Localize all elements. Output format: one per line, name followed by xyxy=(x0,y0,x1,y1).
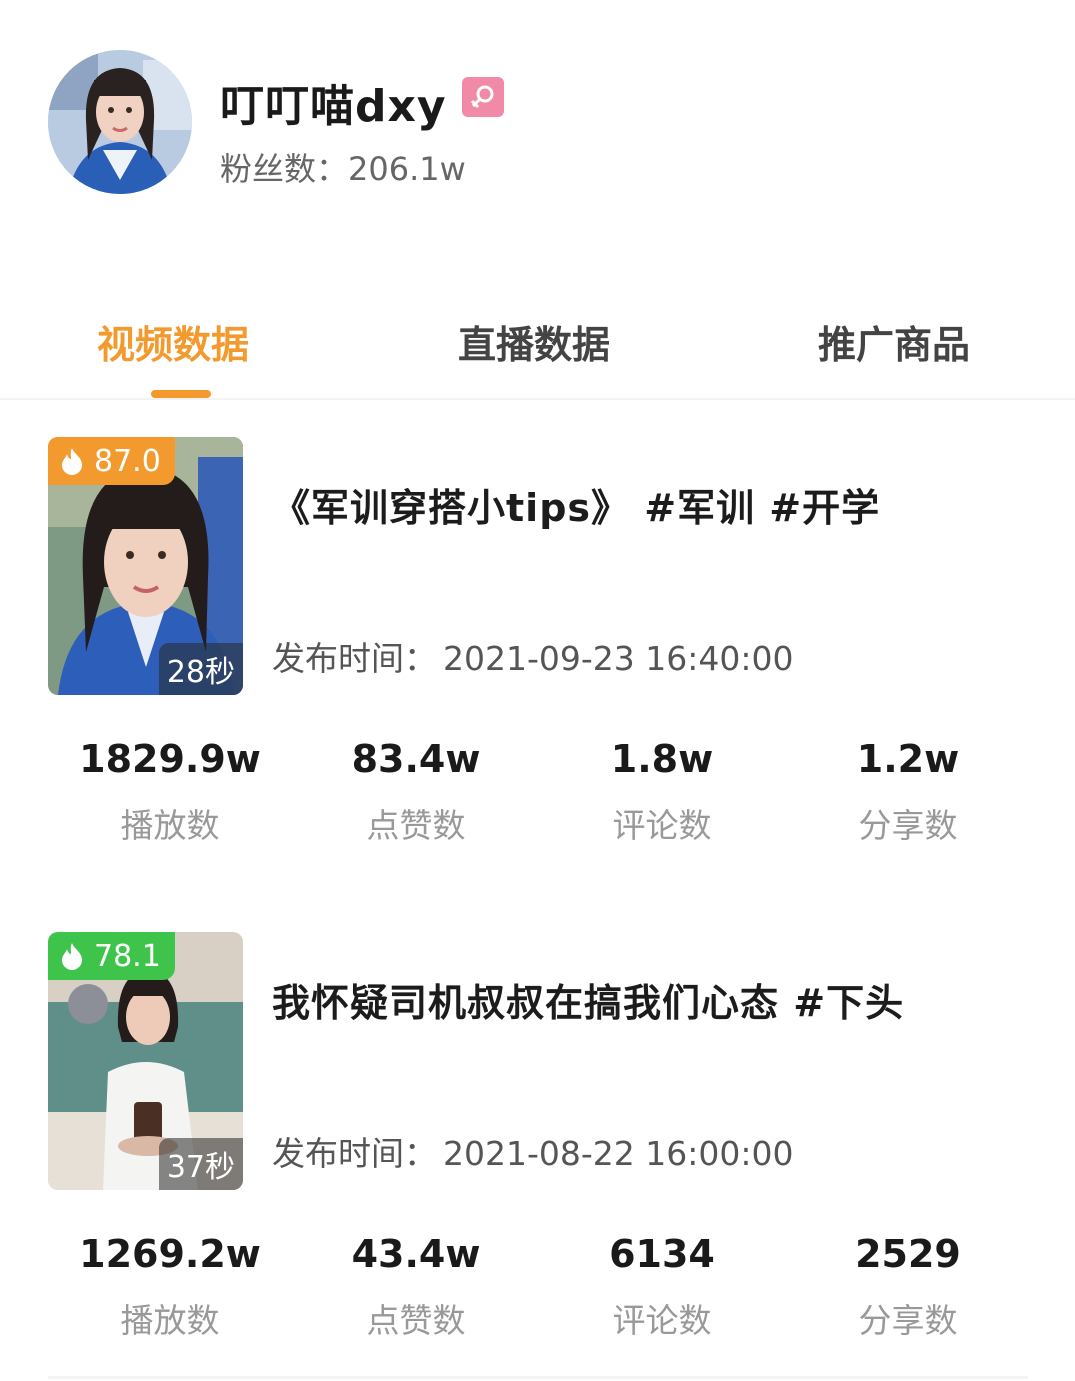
tab-video-data[interactable]: 视频数据 xyxy=(97,314,249,369)
stat-comments: 6134 评论数 xyxy=(542,1232,782,1342)
stat-label: 点赞数 xyxy=(366,1301,466,1340)
stat-label: 评论数 xyxy=(612,1301,712,1340)
fans-value: 206.1w xyxy=(348,150,466,188)
stat-plays: 1269.2w 播放数 xyxy=(50,1232,290,1342)
stat-value: 83.4w xyxy=(351,737,481,781)
heat-score-badge: 87.0 xyxy=(48,437,175,485)
video-thumbnail[interactable]: 87.0 28秒 xyxy=(48,437,243,695)
stat-label: 播放数 xyxy=(120,806,220,845)
video-duration: 28秒 xyxy=(158,643,243,695)
stat-value: 1.2w xyxy=(856,737,960,781)
female-icon xyxy=(462,77,504,117)
profile-header: 叮叮喵dxy 粉丝数：206.1w xyxy=(48,50,948,200)
publish-label: 发布时间： xyxy=(272,639,437,678)
publish-label: 发布时间： xyxy=(272,1134,437,1173)
stat-likes: 43.4w 点赞数 xyxy=(296,1232,536,1342)
video-duration: 37秒 xyxy=(158,1138,243,1190)
avatar[interactable] xyxy=(48,50,192,194)
heat-score: 78.1 xyxy=(94,938,161,974)
publish-time-value: 2021-09-23 16:40:00 xyxy=(443,639,794,678)
avatar-image xyxy=(48,50,192,194)
stat-shares: 2529 分享数 xyxy=(788,1232,1028,1342)
video-stats: 1269.2w 播放数 43.4w 点赞数 6134 评论数 2529 分享数 xyxy=(0,1232,1075,1342)
stat-value: 1.8w xyxy=(610,737,714,781)
stat-value: 2529 xyxy=(855,1232,961,1276)
fans-label: 粉丝数： xyxy=(220,150,349,188)
stat-label: 评论数 xyxy=(612,806,712,845)
stat-value: 1269.2w xyxy=(79,1232,261,1276)
active-tab-indicator xyxy=(151,390,211,398)
video-title[interactable]: 我怀疑司机叔叔在搞我们心态 #下头 xyxy=(272,972,904,1027)
stat-plays: 1829.9w 播放数 xyxy=(50,737,290,847)
video-thumbnail[interactable]: 78.1 37秒 xyxy=(48,932,243,1190)
video-title[interactable]: 《军训穿搭小tips》 #军训 #开学 xyxy=(272,477,880,532)
tab-bar: 视频数据 直播数据 推广商品 xyxy=(0,280,1075,400)
stat-likes: 83.4w 点赞数 xyxy=(296,737,536,847)
publish-time-value: 2021-08-22 16:00:00 xyxy=(443,1134,794,1173)
stat-shares: 1.2w 分享数 xyxy=(788,737,1028,847)
stat-label: 分享数 xyxy=(858,806,958,845)
tab-live-data[interactable]: 直播数据 xyxy=(458,314,610,369)
profile-name: 叮叮喵dxy xyxy=(220,81,447,132)
publish-time: 发布时间： 2021-09-23 16:40:00 xyxy=(272,632,793,680)
video-card[interactable]: 78.1 37秒 我怀疑司机叔叔在搞我们心态 #下头 发布时间： 2021-08-… xyxy=(0,932,1075,1372)
heat-score-badge: 78.1 xyxy=(48,932,175,980)
publish-time: 发布时间： 2021-08-22 16:00:00 xyxy=(272,1127,793,1175)
tab-promoted-products[interactable]: 推广商品 xyxy=(818,314,970,369)
flame-icon xyxy=(62,943,82,970)
divider xyxy=(48,1376,1028,1379)
fans-count: 粉丝数：206.1w xyxy=(220,144,466,190)
stat-label: 播放数 xyxy=(120,1301,220,1340)
stat-comments: 1.8w 评论数 xyxy=(542,737,782,847)
heat-score: 87.0 xyxy=(94,443,161,479)
stat-label: 点赞数 xyxy=(366,806,466,845)
stat-value: 43.4w xyxy=(351,1232,481,1276)
stat-label: 分享数 xyxy=(858,1301,958,1340)
flame-icon xyxy=(62,448,82,475)
video-stats: 1829.9w 播放数 83.4w 点赞数 1.8w 评论数 1.2w 分享数 xyxy=(0,737,1075,847)
stat-value: 6134 xyxy=(609,1232,715,1276)
video-card[interactable]: 87.0 28秒 《军训穿搭小tips》 #军训 #开学 发布时间： 2021-0… xyxy=(0,437,1075,877)
stat-value: 1829.9w xyxy=(79,737,261,781)
